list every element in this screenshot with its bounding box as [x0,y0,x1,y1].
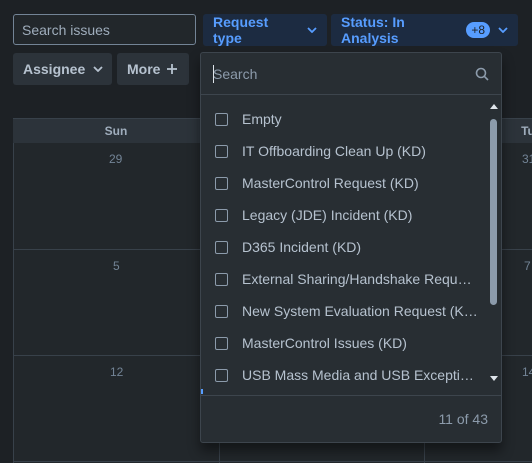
checkbox[interactable] [215,208,228,222]
chevron-down-icon [307,27,317,33]
calendar-date[interactable]: 7 [524,259,531,273]
option-label: External Sharing/Handshake Reques... [242,271,478,287]
scrollbar-thumb[interactable] [490,119,497,305]
grid-line [13,461,532,462]
checkbox[interactable] [215,144,228,158]
day-name-tue: Tu [521,124,532,138]
checkbox[interactable] [215,112,228,126]
day-name-sun: Sun [104,124,128,138]
option-item[interactable]: Empty [201,103,489,135]
dropdown-search-field[interactable] [201,53,501,95]
grid-line [13,143,14,463]
checkbox[interactable] [215,336,228,350]
option-label: Legacy (JDE) Incident (KD) [242,207,413,223]
plus-icon [166,63,178,75]
status-count-badge: +8 [466,22,490,38]
status-filter-button[interactable]: Status: In Analysis +8 [331,14,518,46]
option-item[interactable]: IT Offboarding Clean Up (KD) [201,135,489,167]
option-item[interactable]: New System Evaluation Request (KD) [201,295,489,327]
option-label: New System Evaluation Request (KD) [242,303,478,319]
checkbox[interactable] [215,304,228,318]
calendar-date[interactable]: 12 [110,365,123,379]
checkbox[interactable] [215,368,228,382]
option-item[interactable]: External Sharing/Handshake Reques... [201,263,489,295]
focus-indicator [201,389,203,394]
scroll-up-arrow-icon[interactable] [489,103,499,111]
dropdown-footer: 11 of 43 [201,395,501,442]
checkbox[interactable] [215,176,228,190]
more-label: More [127,61,161,77]
option-list: Empty IT Offboarding Clean Up (KD) Maste… [201,103,489,393]
option-label: IT Offboarding Clean Up (KD) [242,143,426,159]
request-type-label: Request type [213,14,269,46]
status-label: Status: In Analysis [341,14,405,46]
option-label: D365 Incident (KD) [242,239,362,255]
option-label: MasterControl Request (KD) [242,175,419,191]
option-item[interactable]: MasterControl Request (KD) [201,167,489,199]
search-issues-input[interactable] [22,21,203,38]
chevron-down-icon [498,27,508,33]
option-item[interactable]: MasterControl Issues (KD) [201,327,489,359]
search-icon [475,67,489,81]
assignee-filter-button[interactable]: Assignee [13,53,112,85]
option-item[interactable]: USB Mass Media and USB Exception... [201,359,489,391]
scroll-down-arrow-icon[interactable] [489,376,499,384]
request-type-filter-button[interactable]: Request type [203,14,327,46]
checkbox[interactable] [215,240,228,254]
option-label: USB Mass Media and USB Exception... [242,367,478,383]
calendar-date[interactable]: 31 [522,152,532,166]
text-cursor [213,65,214,83]
calendar-date[interactable]: 5 [113,259,120,273]
request-type-dropdown: Empty IT Offboarding Clean Up (KD) Maste… [200,52,502,443]
option-label: Empty [242,111,282,127]
checkbox[interactable] [215,272,228,286]
dropdown-search-input[interactable] [213,65,475,82]
result-count: 11 of 43 [438,411,488,427]
search-issues-field[interactable] [13,14,217,45]
assignee-label: Assignee [23,61,86,77]
option-item[interactable]: D365 Incident (KD) [201,231,489,263]
option-item[interactable]: Legacy (JDE) Incident (KD) [201,199,489,231]
calendar-date[interactable]: 14 [522,365,532,379]
chevron-down-icon [93,66,103,72]
calendar-date[interactable]: 29 [109,152,122,166]
more-filters-button[interactable]: More [117,53,189,85]
option-label: MasterControl Issues (KD) [242,335,407,351]
